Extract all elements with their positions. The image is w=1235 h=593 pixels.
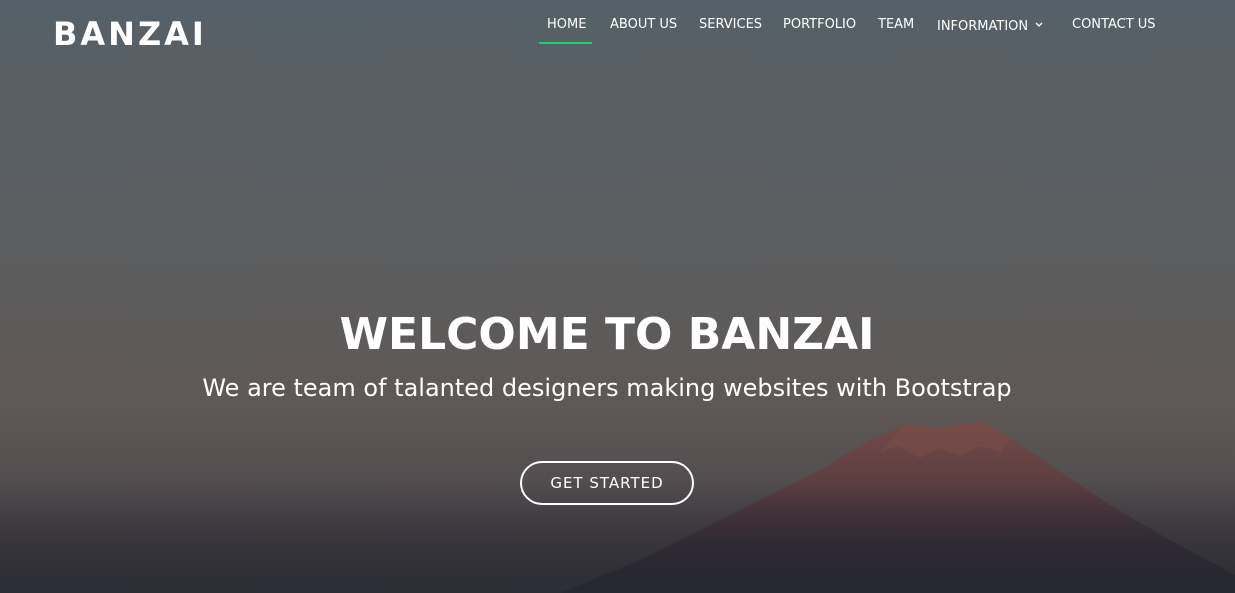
get-started-button[interactable]: GET STARTED	[520, 461, 694, 505]
nav-active-indicator	[539, 42, 592, 44]
main-nav: HOME ABOUT US SERVICES PORTFOLIO TEAM IN…	[0, 0, 1235, 50]
nav-item-portfolio[interactable]: PORTFOLIO	[783, 16, 856, 34]
site-header: BANZAI HOME ABOUT US SERVICES PORTFOLIO …	[0, 0, 1235, 70]
nav-item-information-label: INFORMATION	[937, 19, 1029, 34]
nav-item-about-us[interactable]: ABOUT US	[610, 16, 677, 34]
nav-item-team[interactable]: TEAM	[878, 16, 914, 34]
hero-title: WELCOME TO BANZAI	[339, 309, 875, 360]
nav-item-information[interactable]: INFORMATION	[937, 16, 1043, 36]
chevron-down-icon	[1035, 16, 1043, 34]
hero-subtitle: We are team of talanted designers making…	[202, 374, 1012, 402]
nav-item-services[interactable]: SERVICES	[699, 16, 762, 34]
nav-item-contact-us[interactable]: CONTACT US	[1072, 16, 1156, 34]
nav-item-home[interactable]: HOME	[547, 16, 586, 34]
